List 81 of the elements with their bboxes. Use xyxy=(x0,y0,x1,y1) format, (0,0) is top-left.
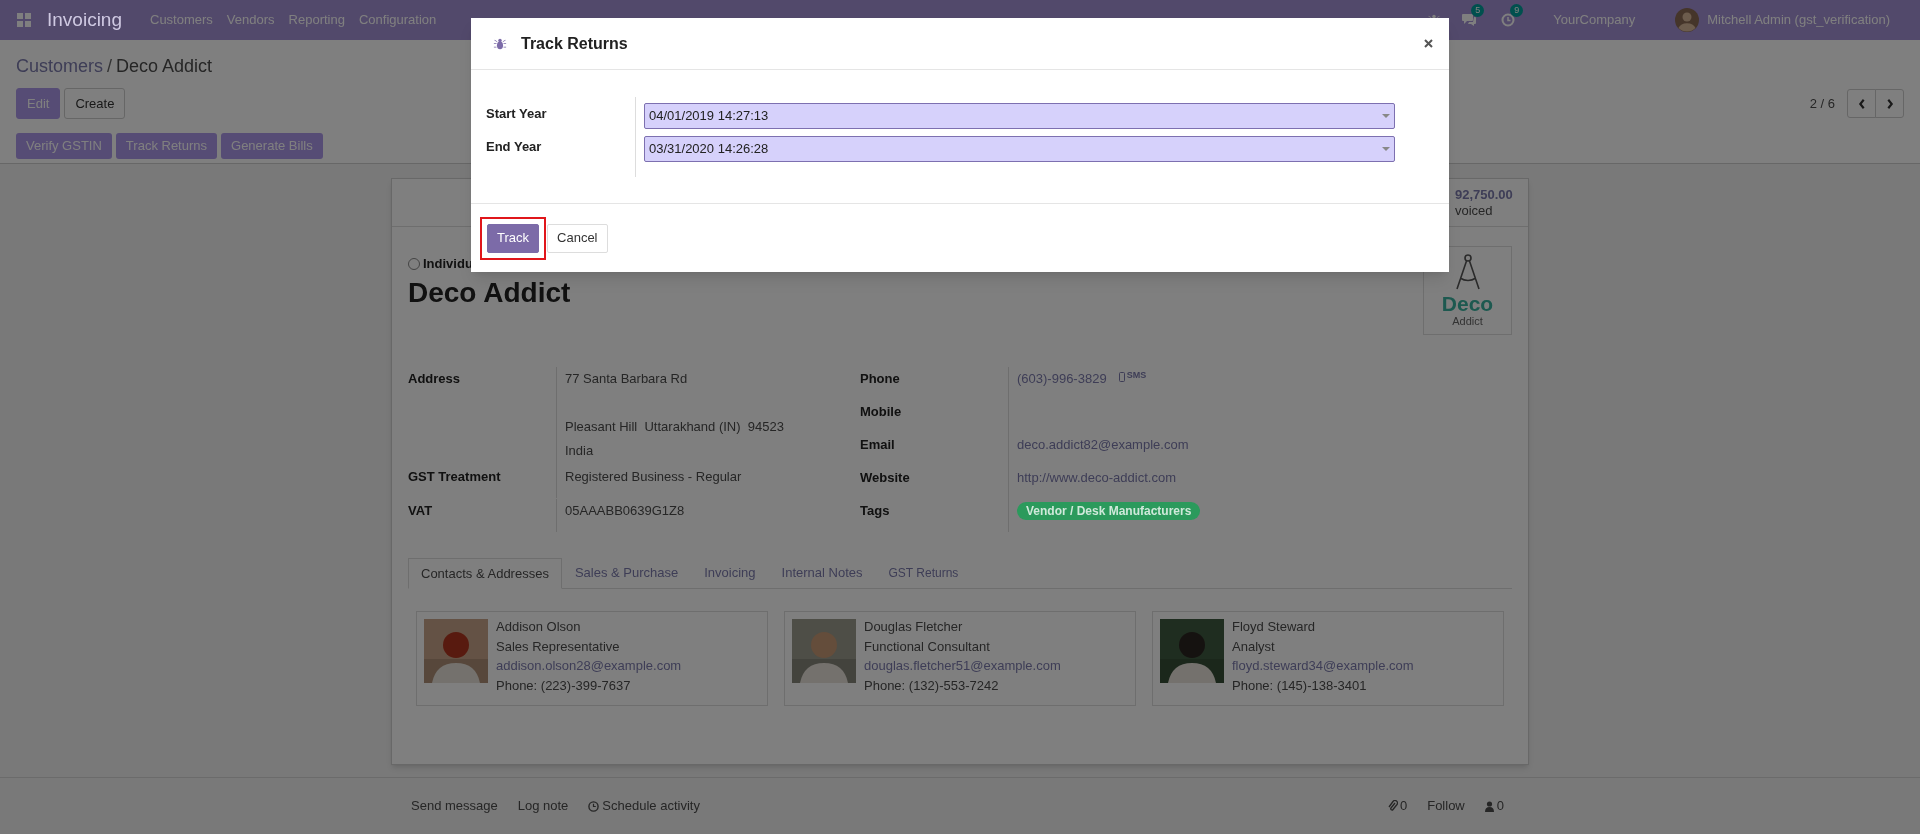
field-label: VAT xyxy=(408,502,433,518)
contact-phone: Phone: (145)-138-3401 xyxy=(1232,676,1368,695)
follow-button[interactable]: Follow xyxy=(1427,796,1465,816)
paperclip-icon xyxy=(1387,800,1398,812)
breadcrumb-link[interactable]: Customers xyxy=(16,52,104,80)
dropdown-caret-icon xyxy=(1382,113,1390,119)
field-link[interactable]: deco.addict82@example.com xyxy=(1017,437,1189,452)
avatar-icon[interactable] xyxy=(1675,8,1700,32)
field-label: Website xyxy=(860,470,910,485)
contact-email[interactable]: floyd.steward34@example.com xyxy=(1232,656,1414,676)
dropdown-caret-icon xyxy=(1382,146,1390,152)
chatter-button[interactable]: Log note xyxy=(517,796,569,816)
activity-button[interactable] xyxy=(1501,13,1516,27)
person-icon xyxy=(1484,800,1494,812)
app-name: Invoicing xyxy=(47,7,122,32)
clock-icon xyxy=(1501,13,1516,27)
contact-name: Addison Olson xyxy=(496,618,582,636)
field-link[interactable]: http://www.deco-addict.com xyxy=(1017,470,1176,485)
tab[interactable]: Invoicing xyxy=(691,557,769,588)
apps-menu-icon[interactable] xyxy=(16,12,32,28)
pager-value[interactable]: 2 / 6 xyxy=(1809,93,1835,114)
radio-label: Individu xyxy=(423,255,473,273)
logo-subtext: Addict xyxy=(1452,315,1483,327)
stat-value: 92,750.00 xyxy=(1455,186,1514,203)
dialog-title: Track Returns xyxy=(521,33,628,54)
logo-text: Deco xyxy=(1441,293,1494,315)
field-value: 05AAABB0639G1Z8 xyxy=(565,502,685,518)
chatter-button[interactable]: Send message xyxy=(411,796,498,816)
stat-label: voiced xyxy=(1455,202,1494,219)
field-label: Tags xyxy=(860,503,890,518)
next-button[interactable] xyxy=(1875,89,1904,118)
bug-icon xyxy=(493,36,507,51)
followers-button[interactable]: 0 xyxy=(1484,796,1504,816)
contact-function: Analyst xyxy=(1232,637,1276,656)
breadcrumb-separator: / xyxy=(107,54,113,78)
tag: Vendor / Desk Manufacturers xyxy=(1017,502,1201,520)
create-button[interactable]: Create xyxy=(64,88,126,119)
contact-card[interactable]: Floyd Steward Analyst floyd.steward34@example.com Phone: (145)-138-3401 xyxy=(1152,611,1504,706)
record-title: Deco Addict xyxy=(408,275,571,310)
field-value: Registered Business - Regular xyxy=(565,469,742,485)
contact-name: Floyd Steward xyxy=(1232,618,1317,636)
field-value: 77 Santa Barbara Rd xyxy=(565,370,689,388)
contact-card[interactable]: Douglas Fletcher Functional Consultant douglas.fletcher51@example.com Phone: (132)-553-7242 xyxy=(784,611,1136,706)
field-label: End Year xyxy=(486,137,543,156)
field-value: India xyxy=(565,442,595,460)
date-field[interactable]: 04/01/2019 14:27:13 xyxy=(644,103,1395,129)
phone-link[interactable]: (603)-996-3829 xyxy=(1017,367,1107,391)
chatter-button[interactable]: Schedule activity xyxy=(588,796,700,816)
date-field[interactable]: 03/31/2020 14:26:28 xyxy=(644,136,1395,162)
count-badge: 9 xyxy=(1510,4,1524,17)
sms-link[interactable]: SMS xyxy=(1118,367,1147,383)
count-badge: 5 xyxy=(1471,4,1485,17)
cancel-button[interactable]: Cancel xyxy=(547,223,608,253)
field-value: Pleasant Hill Uttarakhand (IN) 94523 xyxy=(565,418,785,436)
field-label: Mobile xyxy=(860,404,902,419)
attachments-button[interactable]: 0 xyxy=(1387,796,1408,816)
field-label: Address xyxy=(408,371,461,386)
field-label: Phone xyxy=(860,371,900,386)
contact-email[interactable]: addison.olson28@example.com xyxy=(496,656,682,676)
mobile-phone-icon xyxy=(1118,371,1125,382)
tab[interactable]: Sales & Purchase xyxy=(561,557,692,588)
contact-email[interactable]: douglas.fletcher51@example.com xyxy=(864,656,1061,676)
contact-phone: Phone: (132)-553-7242 xyxy=(864,676,1000,695)
previous-button[interactable] xyxy=(1847,89,1876,118)
contact-phone: Phone: (223)-399-7637 xyxy=(496,676,632,695)
contact-card[interactable]: Addison Olson Sales Representative addison.olson28@example.com Phone: (223)-399-7637 xyxy=(416,611,768,706)
close-icon[interactable] xyxy=(1424,39,1433,48)
chat-button[interactable] xyxy=(1461,13,1478,27)
field-label: Start Year xyxy=(486,104,548,123)
field-label: Email xyxy=(860,437,895,452)
clock-icon xyxy=(588,800,600,812)
contact-name: Douglas Fletcher xyxy=(864,618,964,636)
contact-function: Functional Consultant xyxy=(864,637,991,656)
chat-icon xyxy=(1461,13,1478,27)
tab[interactable]: GST Returns xyxy=(875,557,972,588)
track-button[interactable]: Track xyxy=(487,223,540,253)
tab[interactable]: Contacts & Addresses xyxy=(408,558,562,589)
contact-function: Sales Representative xyxy=(496,637,621,656)
breadcrumb-current: Deco Addict xyxy=(116,54,213,78)
field-label: GST Treatment xyxy=(408,469,501,485)
tab[interactable]: Internal Notes xyxy=(768,557,876,588)
